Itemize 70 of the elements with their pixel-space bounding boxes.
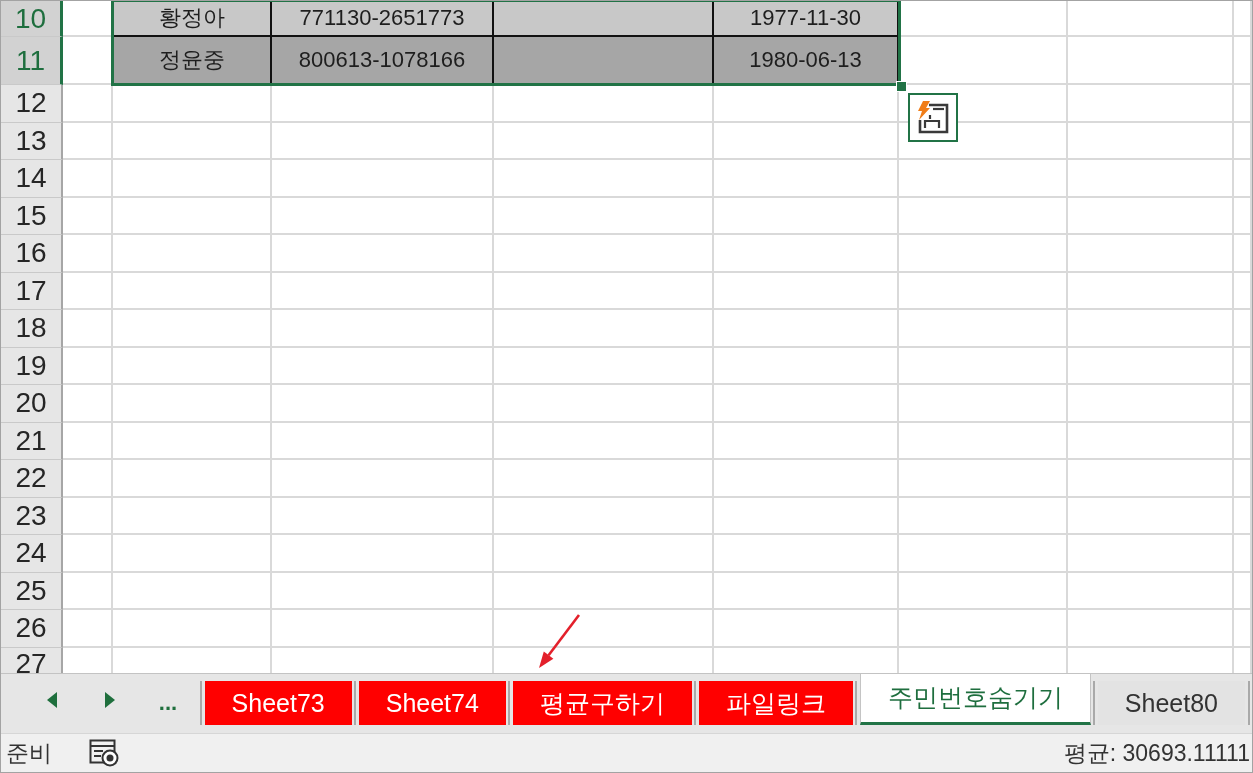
quick-analysis-button[interactable] [908, 93, 958, 142]
table-cell: 800613-1078166 [272, 37, 494, 85]
row-header[interactable]: 12 [1, 85, 63, 123]
grid-cell [63, 122, 113, 160]
grid-cell [1234, 197, 1252, 235]
grid-cell [1234, 497, 1252, 535]
grid-cell [1234, 610, 1252, 648]
grid-cell [1234, 272, 1252, 310]
grid-cell [1234, 85, 1252, 123]
grid-cell [1234, 122, 1252, 160]
table-cell: 정윤중 [113, 37, 272, 85]
grid-cell [1234, 37, 1252, 85]
grid-cell [63, 535, 113, 573]
grid-cell [63, 422, 113, 460]
row-header[interactable]: 17 [1, 272, 63, 310]
grid-cell [1234, 1, 1252, 37]
right-triangle-icon [105, 691, 115, 708]
row-header[interactable]: 15 [1, 197, 63, 235]
grid-cell [63, 385, 113, 423]
sheet-tab[interactable]: 주민번호숨기기 [859, 674, 1091, 725]
sheet-tab[interactable]: 평균구하기 [512, 681, 692, 725]
table-cell: 771130-2651773 [272, 1, 494, 37]
grid-cell [1234, 235, 1252, 273]
row-header[interactable]: 24 [1, 535, 63, 573]
grid-cell [1234, 535, 1252, 573]
row-header[interactable]: 25 [1, 572, 63, 610]
table-cell: 1980-06-13 [714, 37, 899, 85]
grid-cell [63, 85, 113, 123]
lightning-tray-icon [916, 100, 950, 135]
status-text: 준비 [6, 738, 52, 768]
grid-cell [63, 572, 113, 610]
grid-cell [1234, 160, 1252, 198]
average-summary: 평균: 30693.11111 [1063, 738, 1250, 768]
row-header[interactable]: 26 [1, 610, 63, 648]
grid-cell [1234, 385, 1252, 423]
left-triangle-icon [47, 691, 57, 708]
table-cell: 황정아 [113, 1, 272, 37]
grid-cell [63, 272, 113, 310]
grid-cell [1234, 310, 1252, 348]
grid-cell [63, 460, 113, 498]
row-header[interactable]: 23 [1, 497, 63, 535]
row-header[interactable]: 20 [1, 385, 63, 423]
sheet-record-icon[interactable] [89, 739, 119, 767]
row-header[interactable]: 18 [1, 310, 63, 348]
grid-cell [1234, 460, 1252, 498]
row-header[interactable]: 22 [1, 460, 63, 498]
more-sheets-button[interactable]: ... [139, 679, 197, 720]
row-header[interactable]: 21 [1, 422, 63, 460]
row-header[interactable]: 19 [1, 347, 63, 385]
grid-cell [1234, 422, 1252, 460]
grid-cell [63, 610, 113, 648]
grid-cell [63, 235, 113, 273]
row-header[interactable]: 11 [1, 37, 63, 85]
grid-cell [63, 310, 113, 348]
sheet-tab[interactable]: 파일링크 [698, 681, 853, 725]
row-header[interactable]: 27 [1, 647, 63, 673]
fill-handle[interactable] [896, 81, 907, 92]
row-header[interactable]: 14 [1, 160, 63, 198]
grid-cell [63, 347, 113, 385]
row-header[interactable]: 16 [1, 235, 63, 273]
row-header[interactable]: 10 [1, 1, 63, 37]
grid-cell [1234, 572, 1252, 610]
row-header[interactable]: 13 [1, 122, 63, 160]
table-cell: 1977-11-30 [714, 1, 899, 37]
grid-cell [63, 197, 113, 235]
grid-cell [1234, 347, 1252, 385]
sheet-tab[interactable]: Sheet74 [358, 681, 506, 725]
grid-cell [63, 160, 113, 198]
grid-cell [63, 497, 113, 535]
sheet-tab[interactable]: Sheet73 [204, 681, 352, 725]
